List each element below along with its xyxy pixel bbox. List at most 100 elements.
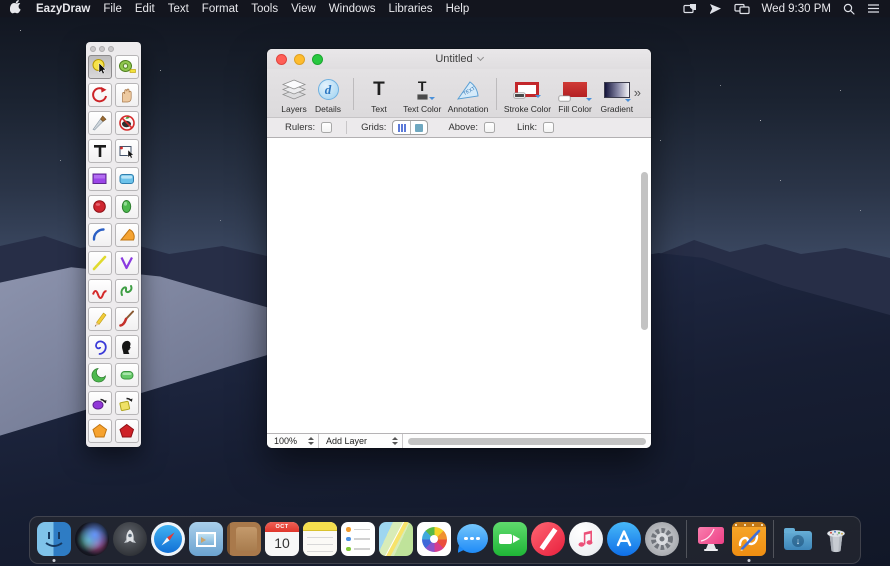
text-tool-icon: [90, 141, 110, 161]
dock-safari-icon[interactable]: [151, 522, 185, 556]
dock: OCT 10: [29, 516, 861, 564]
tool-arc-button[interactable]: [88, 223, 112, 247]
toolbar-details-button[interactable]: d Details: [311, 76, 345, 114]
above-checkbox[interactable]: [484, 122, 495, 133]
menu-item-view[interactable]: View: [291, 3, 316, 15]
menu-item-help[interactable]: Help: [446, 3, 470, 15]
tool-measure-button[interactable]: [115, 55, 139, 79]
tool-line-button[interactable]: [88, 251, 112, 275]
menu-item-libraries[interactable]: Libraries: [388, 3, 432, 15]
tool-rounded-rectangle-button[interactable]: [115, 167, 139, 191]
tool-polygon-button[interactable]: [115, 419, 139, 443]
menu-clock[interactable]: Wed 9:30 PM: [762, 3, 831, 15]
tool-silhouette-button[interactable]: [115, 335, 139, 359]
drawing-canvas[interactable]: [267, 138, 651, 433]
notification-center-icon[interactable]: [867, 3, 880, 14]
vertical-scrollbar[interactable]: [641, 172, 648, 330]
tool-rectangle-button[interactable]: [88, 167, 112, 191]
spotlight-search-icon[interactable]: [843, 3, 855, 15]
dock-system-preferences-icon[interactable]: [645, 522, 679, 556]
dock-mail-icon[interactable]: [189, 522, 223, 556]
tool-ellipse-button[interactable]: [115, 195, 139, 219]
toolbar-annotation-button[interactable]: TEXT Annotation: [448, 76, 487, 114]
tool-hand-button[interactable]: [115, 83, 139, 107]
toolbar-gradient-button[interactable]: Gradient: [600, 76, 634, 114]
options-bar: Rulers: Grids: Above: Link:: [267, 117, 651, 138]
menu-item-format[interactable]: Format: [202, 3, 238, 15]
tool-spiral-button[interactable]: [88, 335, 112, 359]
tool-crescent-button[interactable]: [88, 363, 112, 387]
horizontal-scrollbar-track[interactable]: [403, 434, 651, 448]
tool-pentagon-button[interactable]: [88, 419, 112, 443]
toolbar-layers-button[interactable]: Layers: [277, 76, 311, 114]
toolbar-overflow-button[interactable]: »: [634, 85, 645, 114]
dock-siri-icon[interactable]: [75, 522, 109, 556]
tool-wave-curve-button[interactable]: [88, 279, 112, 303]
palette-minimize-button[interactable]: [99, 46, 105, 52]
toolbar-divider: [353, 78, 354, 110]
horizontal-scrollbar-thumb[interactable]: [408, 438, 646, 445]
dock-finder-icon[interactable]: [37, 522, 71, 556]
tool-rounded-blob-button[interactable]: [115, 363, 139, 387]
tool-knife-button[interactable]: [88, 111, 112, 135]
palette-close-button[interactable]: [90, 46, 96, 52]
tool-flip-shape-button[interactable]: [115, 391, 139, 415]
menu-item-file[interactable]: File: [103, 3, 122, 15]
menu-app-name[interactable]: EazyDraw: [36, 3, 90, 15]
dock-news-icon[interactable]: [531, 522, 565, 556]
toolbar-stroke-color-button[interactable]: Stroke Color: [505, 76, 551, 114]
dock-calendar-icon[interactable]: OCT 10: [265, 522, 299, 556]
tool-rotate-button[interactable]: [88, 83, 112, 107]
title-chevron-icon[interactable]: [477, 54, 484, 61]
toolbar-text-button[interactable]: T Text: [362, 76, 396, 114]
grids-segmented-control[interactable]: [392, 120, 428, 135]
dock-trash-icon[interactable]: [819, 522, 853, 556]
tool-rotate-shape-button[interactable]: [88, 391, 112, 415]
dock-display-app-icon[interactable]: [694, 522, 728, 556]
tool-text-button[interactable]: [88, 139, 112, 163]
window-titlebar[interactable]: Untitled: [267, 49, 651, 69]
toolbar-fill-color-button[interactable]: Fill Color: [558, 76, 592, 114]
layer-popup[interactable]: Add Layer: [319, 434, 403, 448]
menu-item-text[interactable]: Text: [168, 3, 189, 15]
rulers-checkbox[interactable]: [321, 122, 332, 133]
tool-select-button[interactable]: [88, 55, 112, 79]
gradient-icon: [604, 76, 630, 103]
tool-circle-button[interactable]: [88, 195, 112, 219]
airdrop-send-icon[interactable]: [709, 3, 722, 15]
dock-maps-icon[interactable]: [379, 522, 413, 556]
sidecar-displays-icon[interactable]: [734, 3, 750, 15]
tool-polyline-button[interactable]: [115, 251, 139, 275]
toolbar-text-color-button[interactable]: T Text Color: [404, 76, 441, 114]
grid-fill-segment[interactable]: [410, 121, 427, 134]
tool-wedge-button[interactable]: [115, 223, 139, 247]
dock-launchpad-icon[interactable]: [113, 522, 147, 556]
dock-eazydraw-icon[interactable]: [732, 522, 766, 556]
tool-brush-button[interactable]: [115, 307, 139, 331]
dock-notes-icon[interactable]: [303, 522, 337, 556]
dock-downloads-icon[interactable]: ↓: [781, 522, 815, 556]
tool-erase-button[interactable]: [115, 111, 139, 135]
tool-pencil-button[interactable]: [88, 307, 112, 331]
screen-share-icon[interactable]: [683, 3, 697, 15]
dock-contacts-icon[interactable]: [227, 522, 261, 556]
dock-facetime-icon[interactable]: [493, 522, 527, 556]
apple-menu-icon[interactable]: [10, 0, 23, 17]
zoom-popup[interactable]: 100%: [267, 434, 319, 448]
palette-titlebar[interactable]: [86, 42, 141, 55]
tool-freehand-button[interactable]: [115, 279, 139, 303]
tool-edit-points-button[interactable]: [115, 139, 139, 163]
grid-lines-segment[interactable]: [393, 121, 410, 134]
ellipse-icon: [117, 197, 137, 217]
dock-itunes-icon[interactable]: [569, 522, 603, 556]
dock-reminders-icon[interactable]: [341, 522, 375, 556]
menu-item-windows[interactable]: Windows: [329, 3, 376, 15]
link-checkbox[interactable]: [543, 122, 554, 133]
dock-photos-icon[interactable]: [417, 522, 451, 556]
palette-zoom-button[interactable]: [108, 46, 114, 52]
menu-item-tools[interactable]: Tools: [251, 3, 278, 15]
edit-points-icon: [117, 141, 137, 161]
dock-messages-icon[interactable]: [455, 522, 489, 556]
dock-app-store-icon[interactable]: [607, 522, 641, 556]
menu-item-edit[interactable]: Edit: [135, 3, 155, 15]
